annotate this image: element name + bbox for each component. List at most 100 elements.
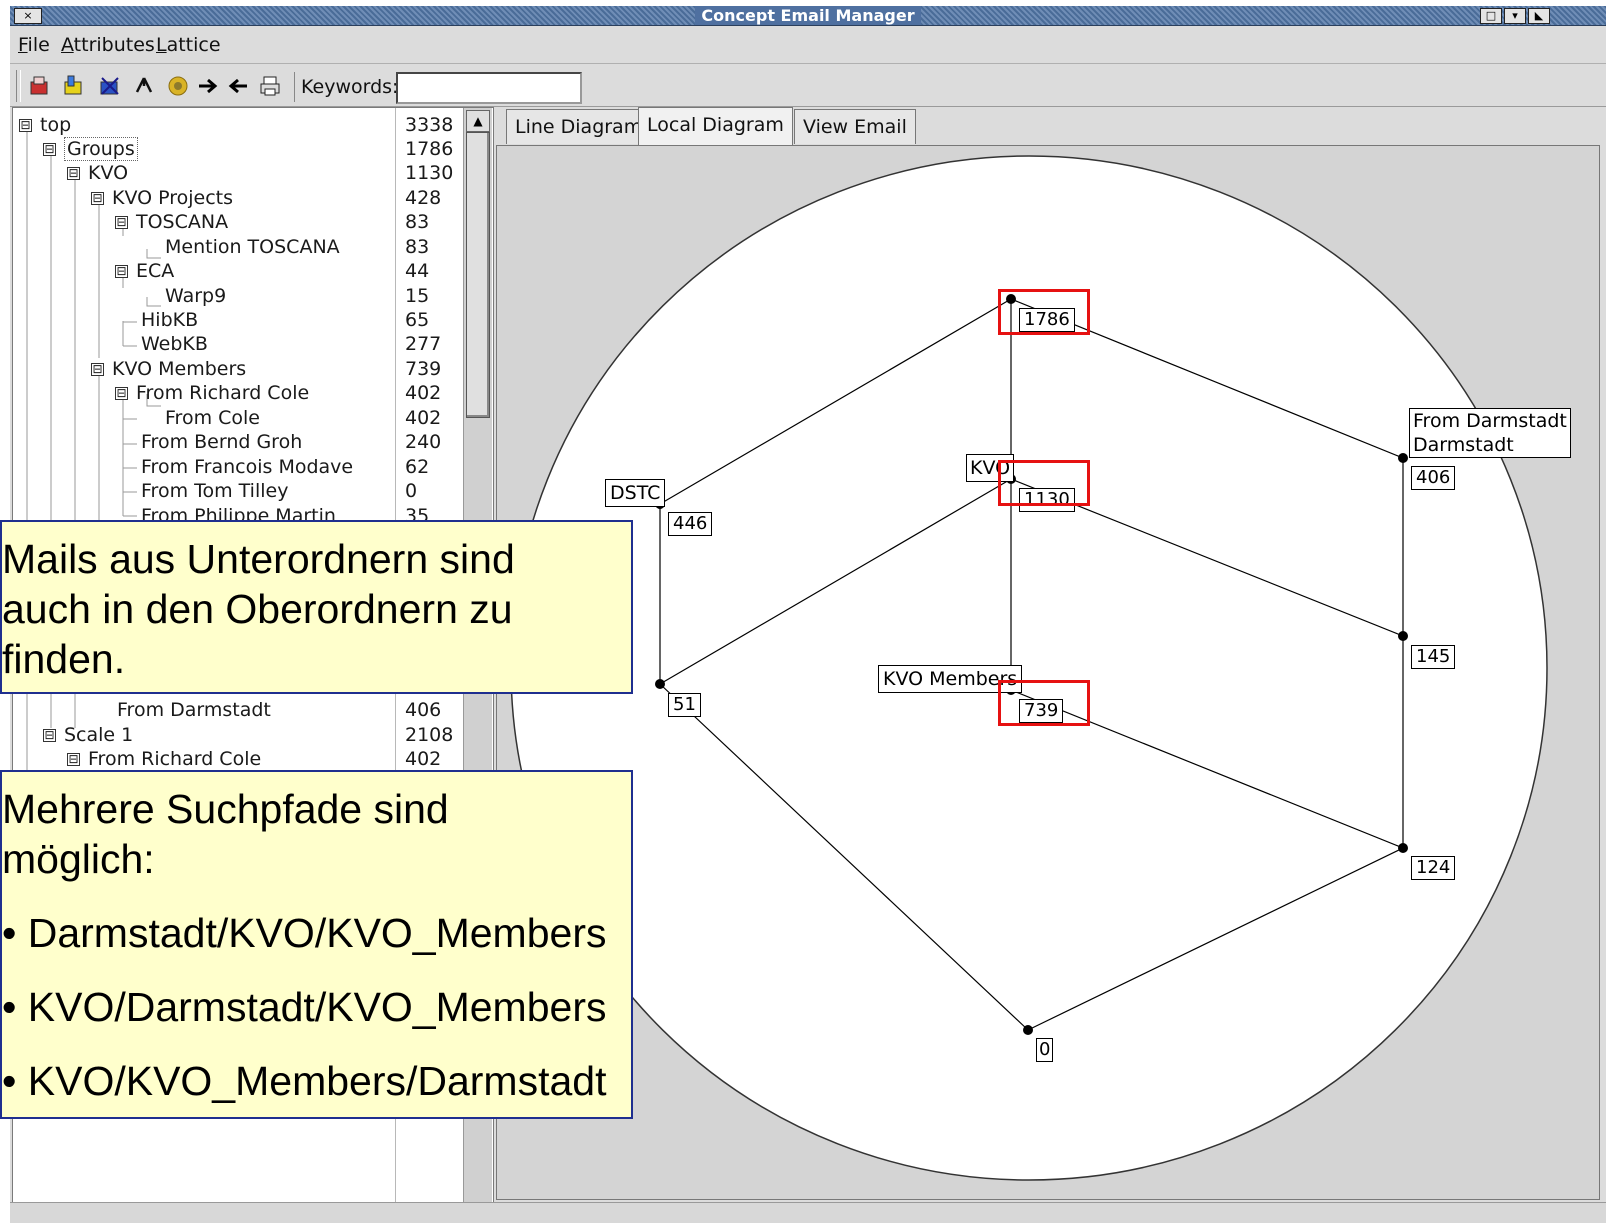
callout-line: Mails aus Unterordnern sind [2, 536, 515, 582]
menu-attributes[interactable]: Attributes [61, 34, 155, 56]
printer-icon[interactable] [258, 74, 282, 98]
collapse-icon[interactable]: ⊟ [43, 729, 56, 742]
title-bar[interactable]: × Concept Email Manager □ ▾ ◣ [10, 6, 1606, 26]
node-count-0: 0 [1036, 1038, 1054, 1062]
tree-icon[interactable] [132, 74, 156, 98]
orb-icon[interactable] [166, 74, 190, 98]
tree-count: 1786 [405, 138, 454, 160]
collapse-icon[interactable]: ⊟ [91, 192, 104, 205]
tree-row-hibkb[interactable]: HibKB [141, 308, 198, 332]
tree-count: 402 [405, 382, 442, 404]
tab-local-diagram[interactable]: Local Diagram [638, 107, 793, 145]
tree-count: 406 [405, 699, 442, 721]
node-51[interactable] [655, 679, 665, 689]
node-count-51: 51 [668, 693, 701, 717]
tree-row-from-richard-cole[interactable]: ⊟ From Richard Cole [115, 381, 309, 405]
tree-row-kvo[interactable]: ⊟ KVO [67, 161, 128, 185]
collapse-icon[interactable]: ⊟ [67, 753, 80, 766]
tree-count: 65 [405, 309, 430, 331]
scroll-up-button[interactable]: ▲ [466, 110, 490, 132]
menu-file[interactable]: File [18, 34, 50, 56]
tree-count: 44 [405, 260, 430, 282]
tree-row-from-cole[interactable]: From Cole [165, 406, 260, 430]
tab-line-diagram[interactable]: Line Diagram [506, 109, 652, 144]
tree-count: 83 [405, 211, 430, 233]
callout-search-paths: Mehrere Suchpfade sind möglich: • Darmst… [0, 770, 633, 1119]
tree-row-scale-1[interactable]: ⊟ Scale 1 [43, 723, 133, 747]
tree-label: From Cole [165, 407, 260, 429]
lattice-diagram-area[interactable]: 1786 1130 739 446 51 406 145 124 0 DSTC … [496, 145, 1600, 1200]
tree-row-kvo-projects[interactable]: ⊟ KVO Projects [91, 186, 233, 210]
mailbox-yellow-icon[interactable] [62, 74, 86, 98]
toolbar: Keywords: [10, 64, 1606, 107]
collapse-icon[interactable]: ⊟ [43, 143, 56, 156]
node-count-145: 145 [1411, 645, 1456, 669]
callout-line: finden. [2, 636, 126, 682]
tree-label: TOSCANA [136, 211, 229, 233]
node-0[interactable] [1023, 1025, 1033, 1035]
mailbox-blue-icon[interactable] [98, 74, 122, 98]
tree-row-kvo-members[interactable]: ⊟ KVO Members [91, 357, 246, 381]
tree-count: 0 [405, 480, 418, 502]
tree-label: ECA [136, 260, 175, 282]
tree-row-webkb[interactable]: WebKB [141, 332, 208, 356]
status-bar [10, 1202, 1606, 1223]
collapse-icon[interactable]: ⊟ [115, 265, 128, 278]
attribute-label-line: Darmstadt [1413, 434, 1514, 456]
tree-label: From Bernd Groh [141, 431, 303, 453]
keywords-input[interactable] [396, 72, 582, 104]
tree-count: 240 [405, 431, 442, 453]
tree-label: From Darmstadt [117, 699, 271, 721]
tree-row-mention-toscana[interactable]: Mention TOSCANA [165, 235, 340, 259]
highlight-box-739 [998, 680, 1090, 726]
tab-view-email[interactable]: View Email [794, 109, 916, 144]
tree-row-warp9[interactable]: Warp9 [165, 284, 226, 308]
tree-row-from-francois-modave[interactable]: From Francois Modave [141, 455, 353, 479]
highlight-box-1786 [998, 289, 1090, 335]
tree-row-eca[interactable]: ⊟ ECA [115, 259, 174, 283]
tree-row-from-tom-tilley[interactable]: From Tom Tilley [141, 479, 288, 503]
menu-lattice[interactable]: Lattice [156, 34, 221, 56]
tree-label: From Francois Modave [141, 456, 354, 478]
node-406[interactable] [1398, 453, 1408, 463]
tree-count: 3338 [405, 114, 454, 136]
tree-label: From Richard Cole [88, 748, 262, 770]
menu-bar: File Attributes Lattice [10, 26, 1606, 64]
scroll-thumb[interactable] [466, 132, 490, 418]
window-menu-button[interactable]: ▾ [1504, 8, 1526, 24]
node-124[interactable] [1398, 843, 1408, 853]
collapse-icon[interactable]: ⊟ [115, 387, 128, 400]
collapse-icon[interactable]: ⊟ [19, 119, 32, 132]
collapse-icon[interactable]: ⊟ [115, 216, 128, 229]
callout-bullet: • Darmstadt/KVO/KVO_Members [2, 910, 607, 956]
tree-count: 2108 [405, 724, 454, 746]
left-arrow-icon[interactable] [226, 74, 250, 98]
collapse-icon[interactable]: ⊟ [91, 363, 104, 376]
tree-row-toscana[interactable]: ⊟ TOSCANA [115, 210, 228, 234]
tree-row-groups[interactable]: ⊟ Groups [43, 137, 138, 161]
mailbox-red-icon[interactable] [28, 74, 52, 98]
toolbar-grip[interactable] [16, 70, 21, 102]
tree-label: HibKB [141, 309, 199, 331]
collapse-icon[interactable]: ⊟ [67, 167, 80, 180]
tree-label: Mention TOSCANA [165, 236, 340, 258]
highlight-box-1130 [998, 460, 1090, 506]
diagram-tabs: Line Diagram Local Diagram View Email [496, 107, 1604, 145]
callout-line: auch in den Oberordnern zu [2, 586, 513, 632]
tree-row-from-darmstadt[interactable]: From Darmstadt [117, 698, 271, 722]
callout-bullet: • KVO/KVO_Members/Darmstadt [2, 1058, 607, 1104]
right-arrow-icon[interactable] [196, 74, 220, 98]
tree-count: 83 [405, 236, 430, 258]
tree-label: WebKB [141, 333, 208, 355]
tree-row-from-bernd-groh[interactable]: From Bernd Groh [141, 430, 302, 454]
callout-bullet: • KVO/Darmstadt/KVO_Members [2, 984, 607, 1030]
tree-row-top[interactable]: ⊟ top [19, 113, 71, 137]
tree-count: 1130 [405, 162, 454, 184]
tree-label: Groups [64, 137, 138, 161]
tree-row-from-richard-cole-2[interactable]: ⊟ From Richard Cole [67, 747, 261, 771]
node-145[interactable] [1398, 631, 1408, 641]
attribute-label-from-darmstadt: From Darmstadt Darmstadt [1409, 408, 1571, 458]
restore-window-button[interactable]: □ [1480, 8, 1502, 24]
tree-label: From Tom Tilley [141, 480, 289, 502]
shade-window-button[interactable]: ◣ [1528, 8, 1550, 24]
